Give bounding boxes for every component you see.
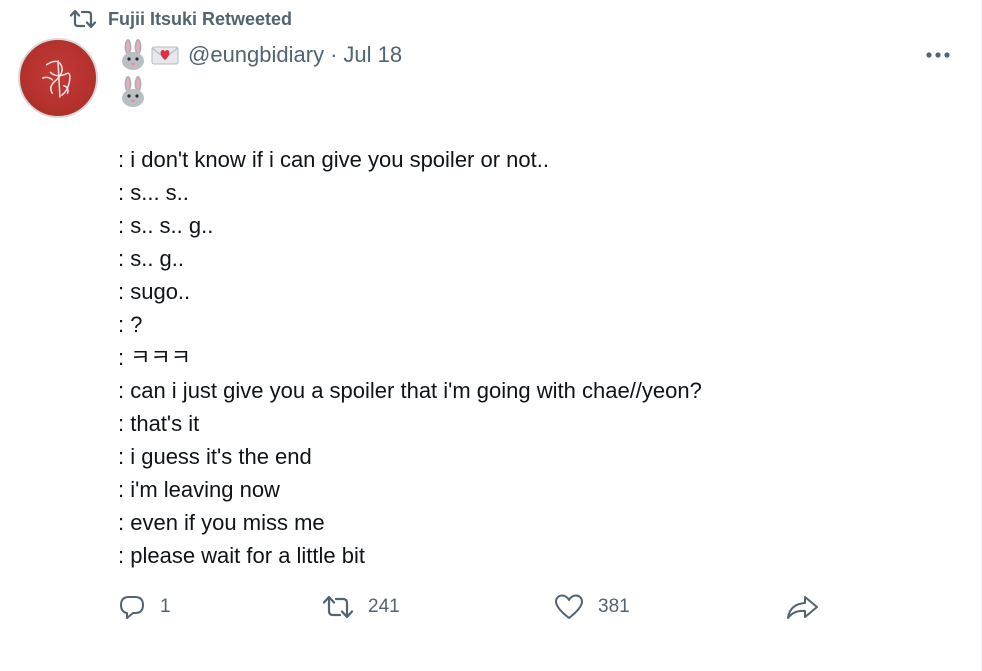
share-icon — [787, 596, 818, 619]
tweet-line: : s.. s.. g.. — [118, 213, 214, 238]
tweet-line: : i guess it's the end — [118, 444, 312, 469]
avatar[interactable] — [18, 38, 98, 118]
rabbit-icon — [118, 76, 150, 110]
retweet-icon — [322, 595, 354, 619]
tweet-actions: 1 241 381 — [118, 590, 838, 624]
reply-count: 1 — [160, 596, 171, 617]
rabbit-icon — [118, 39, 148, 71]
more-icon — [926, 52, 950, 58]
retweet-icon — [70, 8, 100, 30]
share-button[interactable] — [786, 590, 820, 624]
tweet-line: : i'm leaving now — [118, 477, 280, 502]
tweet-line: : sugo.. — [118, 279, 191, 304]
tweet-line: : s... s.. — [118, 180, 189, 205]
separator-dot: · — [330, 42, 338, 67]
like-count: 381 — [598, 596, 630, 617]
tweet-line: : s.. g.. — [118, 246, 185, 271]
love-letter-icon — [150, 39, 180, 71]
retweet-count: 241 — [368, 596, 400, 617]
tweet-line: : that's it — [118, 411, 200, 436]
tweet-line: : please wait for a little bit — [118, 543, 366, 568]
tweet-date[interactable]: Jul 18 — [343, 42, 402, 68]
retweeted-header[interactable]: Fujii Itsuki Retweeted — [70, 6, 292, 32]
reply-icon — [120, 596, 144, 619]
retweeted-label[interactable]: Fujii Itsuki Retweeted — [108, 9, 292, 30]
tweet-line: : ? — [118, 312, 143, 337]
tweet-line: : even if you miss me — [118, 510, 325, 535]
heart-icon — [555, 594, 583, 619]
tweet-line: : can i just give you a spoiler that i'm… — [118, 378, 702, 403]
reply-button[interactable]: 1 — [118, 590, 171, 624]
tweet-text: : i don't know if i can give you spoiler… — [118, 143, 702, 572]
like-button[interactable]: 381 — [554, 590, 630, 624]
tweet-header: @eungbidiary · Jul 18 — [118, 38, 402, 72]
tweet-line: : i don't know if i can give you spoiler… — [118, 147, 549, 172]
tweet-line: : ㅋㅋㅋ — [118, 345, 191, 370]
user-handle[interactable]: @eungbidiary — [188, 42, 324, 68]
more-options-button[interactable] — [918, 38, 958, 72]
retweet-button[interactable]: 241 — [322, 590, 400, 624]
